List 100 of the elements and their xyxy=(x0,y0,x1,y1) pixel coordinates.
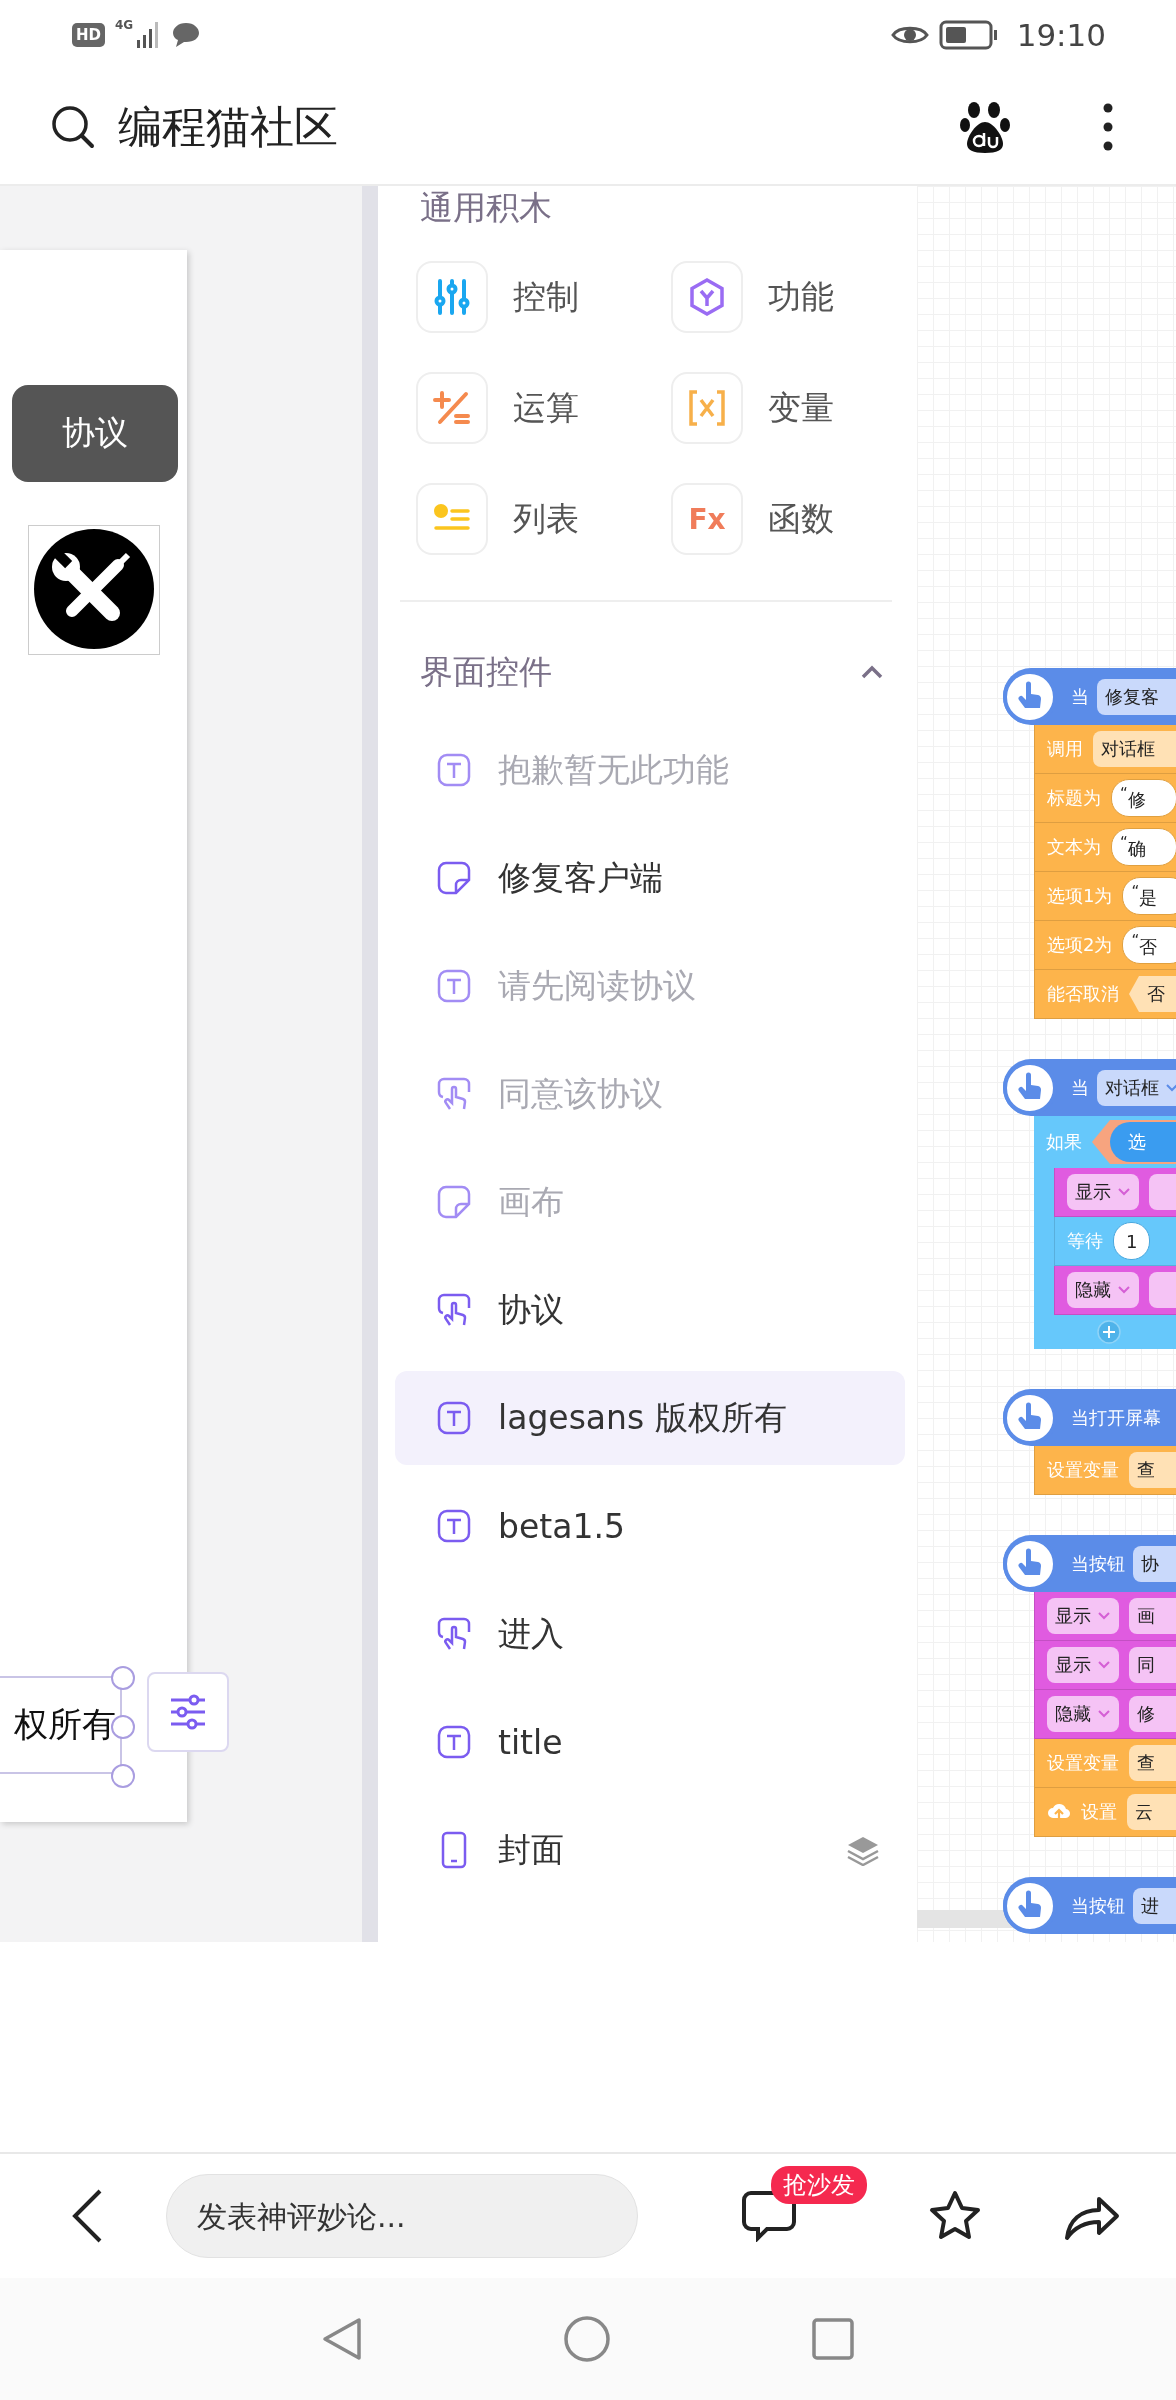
block-label: 调用 xyxy=(1047,737,1083,761)
value-field[interactable]: 查 xyxy=(1129,1452,1176,1488)
widget-list-item[interactable]: 修复客户端 xyxy=(395,831,905,925)
tap-icon xyxy=(437,1617,471,1651)
text-widget-icon xyxy=(437,1509,471,1543)
canvas-widget-icon xyxy=(437,1185,471,1219)
widget-list-item[interactable]: lagesans 版权所有 xyxy=(395,1371,905,1465)
block-label: 设置变量 xyxy=(1047,1458,1119,1482)
block-label: 等待 xyxy=(1067,1229,1103,1253)
section-title: 通用积木 xyxy=(419,188,553,228)
action-block[interactable]: 调用 对话框 xyxy=(1034,725,1176,774)
category-item[interactable]: Fx 函数 xyxy=(671,483,917,555)
cloud-block[interactable]: 设置 云 xyxy=(1034,1788,1176,1837)
resize-handle[interactable] xyxy=(111,1764,135,1788)
value-field[interactable]: 修 xyxy=(1129,1696,1176,1732)
network-type: 4G xyxy=(115,18,134,32)
block-label: 能否取消 xyxy=(1047,982,1119,1006)
action-block[interactable]: 设置变量 查 xyxy=(1034,1446,1176,1495)
nav-back-icon[interactable] xyxy=(321,2316,363,2362)
block-label: 当 xyxy=(1071,684,1089,709)
search-icon[interactable] xyxy=(50,104,96,150)
action-block[interactable]: 选项1为 $^{“}$是 xyxy=(1034,872,1176,921)
dropdown[interactable]: 对话框 xyxy=(1097,1069,1176,1106)
dropdown[interactable]: 显示 xyxy=(1067,1174,1139,1210)
nav-home-icon[interactable] xyxy=(563,2315,611,2363)
sliders-icon xyxy=(168,1694,208,1730)
text-input[interactable]: $^{“}$确 xyxy=(1111,828,1176,866)
block-label: 当按钮 xyxy=(1071,1551,1125,1576)
more-icon[interactable] xyxy=(1102,102,1114,152)
battery-icon xyxy=(938,20,999,50)
event-block[interactable]: 当 修复客 xyxy=(1003,668,1176,725)
caret-icon xyxy=(1097,1709,1111,1719)
category-icon xyxy=(671,372,743,444)
action-block[interactable]: 文本为 $^{“}$确 xyxy=(1034,823,1176,872)
action-block[interactable]: 选项2为 $^{“}$否 xyxy=(1034,921,1176,970)
caret-icon xyxy=(1097,1611,1111,1621)
block-label: 选项2为 xyxy=(1047,933,1113,957)
widget-list-item[interactable]: title xyxy=(395,1695,905,1789)
value-field[interactable]: 查 xyxy=(1129,1745,1176,1781)
event-block[interactable]: 当按钮 进 xyxy=(1003,1877,1176,1934)
value-dropdown[interactable]: 否 xyxy=(1129,976,1176,1012)
category-item[interactable]: 运算 xyxy=(416,372,671,444)
value-field[interactable]: 同 xyxy=(1129,1647,1176,1683)
value-field[interactable]: 进 xyxy=(1133,1887,1176,1924)
category-icon: Fx xyxy=(671,483,743,555)
caret-icon xyxy=(1097,1660,1111,1670)
widget-list-item[interactable]: 封面 xyxy=(395,1803,905,1897)
action-block[interactable]: 设置变量 查 xyxy=(1034,1739,1176,1788)
add-icon[interactable] xyxy=(1096,1319,1122,1345)
value-field[interactable]: 协 xyxy=(1133,1545,1176,1582)
category-item[interactable]: 变量 xyxy=(671,372,917,444)
collapse-caret-icon[interactable] xyxy=(861,665,883,679)
control-block[interactable]: 等待 1 xyxy=(1054,1217,1176,1266)
category-icon xyxy=(416,372,488,444)
comment-field[interactable]: 发表神评妙论... xyxy=(166,2174,638,2258)
event-block[interactable]: 当 对话框 xyxy=(1003,1059,1176,1116)
text-input[interactable]: $^{“}$修 xyxy=(1111,779,1176,817)
paw-icon[interactable] xyxy=(960,100,1010,154)
agreement-button[interactable]: 协议 xyxy=(12,385,178,482)
widget-list-item[interactable]: beta1.5 xyxy=(395,1479,905,1573)
widget-list-item[interactable]: 协议 xyxy=(395,1263,905,1357)
text-widget-icon xyxy=(437,1401,471,1435)
value-field[interactable]: 云 xyxy=(1127,1794,1176,1830)
text-input[interactable]: $^{“}$是 xyxy=(1122,877,1176,915)
dropdown[interactable]: 显示 xyxy=(1047,1647,1119,1683)
caret-icon xyxy=(1117,1187,1131,1197)
text-widget-icon xyxy=(437,1725,471,1759)
action-block[interactable]: 标题为 $^{“}$修 xyxy=(1034,774,1176,823)
widget-block[interactable]: 隐藏 xyxy=(1054,1266,1176,1315)
properties-button[interactable] xyxy=(147,1672,229,1752)
widget-block[interactable]: 显示 画 xyxy=(1034,1592,1176,1641)
nav-recents-icon[interactable] xyxy=(811,2317,855,2361)
scrollbar[interactable] xyxy=(362,186,378,1942)
widget-block[interactable]: 显示 同 xyxy=(1034,1641,1176,1690)
action-block[interactable]: 能否取消 否 xyxy=(1034,970,1176,1019)
number-input[interactable]: 1 xyxy=(1113,1222,1151,1260)
event-block[interactable]: 当按钮 协 xyxy=(1003,1535,1176,1592)
if-block[interactable]: 如果 选 显示 等待 1 隐藏 xyxy=(1034,1116,1176,1349)
text-widget-icon xyxy=(437,969,471,1003)
dropdown[interactable]: 隐藏 xyxy=(1047,1696,1119,1732)
dropdown[interactable]: 显示 xyxy=(1047,1598,1119,1634)
value-field[interactable]: 对话框 xyxy=(1093,731,1176,767)
caret-icon xyxy=(1117,1285,1131,1295)
widget-block[interactable]: 显示 xyxy=(1054,1168,1176,1217)
block-label: 标题为 xyxy=(1047,786,1101,810)
layers-icon[interactable] xyxy=(845,1834,881,1866)
category-icon xyxy=(416,261,488,333)
category-item[interactable]: 列表 xyxy=(416,483,671,555)
value-field[interactable]: 修复客 xyxy=(1097,678,1176,715)
category-item[interactable]: 功能 xyxy=(671,261,917,333)
widget-block[interactable]: 隐藏 修 xyxy=(1034,1690,1176,1739)
value-field[interactable]: 画 xyxy=(1129,1598,1176,1634)
notification-badge: 抢沙发 xyxy=(771,2166,867,2204)
widget-list-item[interactable]: 进入 xyxy=(395,1587,905,1681)
category-item[interactable]: 控制 xyxy=(416,261,671,333)
back-icon[interactable] xyxy=(70,2188,104,2244)
text-input[interactable]: $^{“}$否 xyxy=(1122,926,1176,964)
resize-handle[interactable] xyxy=(111,1666,135,1690)
dropdown[interactable]: 隐藏 xyxy=(1067,1272,1139,1308)
tap-icon xyxy=(437,1293,471,1327)
